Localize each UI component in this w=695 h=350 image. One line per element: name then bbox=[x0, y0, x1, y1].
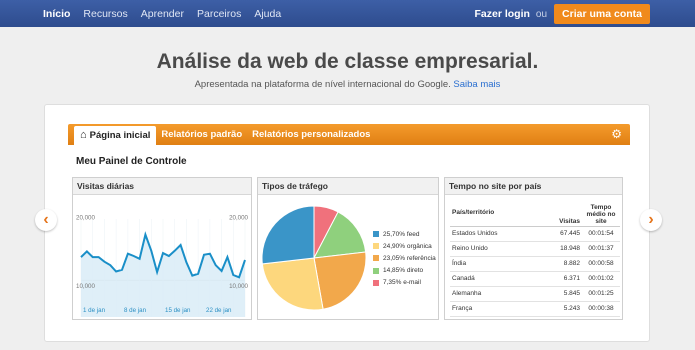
country-cell: Canadá bbox=[450, 271, 538, 287]
legend-label: 7,35% e-mail bbox=[383, 279, 421, 287]
y-tick-label: 20,000 bbox=[76, 215, 95, 222]
or-text: ou bbox=[535, 8, 548, 20]
visits-cell: 5.243 bbox=[537, 301, 582, 317]
country-cell: França bbox=[450, 301, 538, 317]
country-cell: Reino Unido bbox=[450, 241, 538, 257]
traffic-types-title: Tipos de tráfego bbox=[258, 178, 438, 195]
daily-visits-chart: 20,000 20,000 10,000 10,000 1 de jan 8 de jan… bbox=[76, 215, 249, 317]
country-cell: Índia bbox=[450, 256, 538, 272]
visits-cell: 8.882 bbox=[537, 256, 582, 272]
daily-visits-widget: Visitas diárias 20,000 20,000 10,000 10,000… bbox=[72, 177, 252, 320]
create-account-button[interactable]: Criar uma conta bbox=[554, 4, 650, 24]
hero-subtitle: Apresentada na plataforma de nível inter… bbox=[0, 79, 695, 90]
legend-item: 24,90% orgânica bbox=[373, 240, 436, 252]
tab-home-label: Página inicial bbox=[89, 130, 151, 141]
legend-swatch bbox=[373, 231, 379, 238]
table-row[interactable]: Canadá 6.371 00:01:02 bbox=[450, 271, 620, 287]
report-tabbar: ⌂ Página inicial Relatórios padrão Relató… bbox=[68, 124, 630, 145]
avg-time-cell: 00:01:37 bbox=[582, 241, 620, 257]
account-actions: Fazer login ou Criar uma conta bbox=[474, 4, 650, 24]
login-link[interactable]: Fazer login bbox=[474, 8, 529, 20]
visits-cell: 6.371 bbox=[537, 271, 582, 287]
avg-time-cell: 00:00:58 bbox=[582, 256, 620, 272]
visits-cell: 67.445 bbox=[537, 226, 582, 242]
time-on-site-title: Tempo no site por país bbox=[445, 178, 622, 195]
pie-slice-orgânica[interactable] bbox=[261, 257, 324, 311]
legend-item: 14,85% direto bbox=[373, 265, 436, 277]
nav-item-inicio[interactable]: Início bbox=[43, 8, 70, 20]
legend-item: 25,70% feed bbox=[373, 228, 436, 240]
x-tick-label: 22 de jan bbox=[206, 307, 232, 314]
top-nav: Início Recursos Aprender Parceiros Ajuda… bbox=[0, 0, 695, 27]
table-row[interactable]: França 5.243 00:00:38 bbox=[450, 301, 620, 317]
avg-time-cell: 00:00:38 bbox=[582, 301, 620, 317]
visits-cell: 18.948 bbox=[537, 241, 582, 257]
y-tick-label: 20,000 bbox=[229, 215, 248, 222]
next-arrow-icon[interactable]: › bbox=[640, 209, 662, 231]
daily-visits-title: Visitas diárias bbox=[73, 178, 251, 195]
avg-time-cell: 00:01:02 bbox=[582, 271, 620, 287]
table-row[interactable]: Alemanha 5.845 00:01:25 bbox=[450, 286, 620, 302]
table-row[interactable]: Estados Unidos 67.445 00:01:54 bbox=[450, 226, 620, 242]
y-tick-label: 10,000 bbox=[229, 283, 248, 290]
hero-subtitle-text: Apresentada na plataforma de nível inter… bbox=[194, 79, 451, 90]
country-cell: Estados Unidos bbox=[450, 226, 538, 242]
pie-slice-feed[interactable] bbox=[261, 205, 315, 265]
traffic-legend: 25,70% feed 24,90% orgânica 23,05% referên… bbox=[373, 228, 436, 289]
y-tick-label: 10,000 bbox=[76, 283, 95, 290]
legend-item: 7,35% e-mail bbox=[373, 277, 436, 289]
nav-item-aprender[interactable]: Aprender bbox=[141, 8, 184, 20]
nav-item-recursos[interactable]: Recursos bbox=[83, 8, 127, 20]
x-tick-label: 15 de jan bbox=[165, 307, 191, 314]
legend-swatch bbox=[373, 255, 379, 262]
col-visits[interactable]: Visitas bbox=[537, 200, 582, 227]
avg-time-cell: 00:01:25 bbox=[582, 286, 620, 302]
legend-label: 23,05% referência bbox=[383, 254, 436, 262]
legend-label: 24,90% orgânica bbox=[383, 242, 432, 250]
learn-more-link[interactable]: Saiba mais bbox=[453, 79, 500, 90]
traffic-pie-chart bbox=[261, 205, 367, 311]
tab-standard-reports[interactable]: Relatórios padrão bbox=[156, 124, 247, 145]
country-cell: Alemanha bbox=[450, 286, 538, 302]
avg-time-cell: 00:01:54 bbox=[582, 226, 620, 242]
legend-label: 14,85% direto bbox=[383, 267, 424, 275]
col-avg-time[interactable]: Tempo médio no site bbox=[582, 200, 620, 227]
nav-menu: Início Recursos Aprender Parceiros Ajuda bbox=[43, 8, 294, 20]
tab-home[interactable]: ⌂ Página inicial bbox=[74, 126, 157, 145]
time-on-site-widget: Tempo no site por país País/território V… bbox=[444, 177, 623, 320]
dashboard-title: Meu Painel de Controle bbox=[76, 156, 187, 167]
table-row[interactable]: Reino Unido 18.948 00:01:37 bbox=[450, 241, 620, 257]
gear-icon[interactable]: ⚙ bbox=[611, 127, 622, 141]
x-tick-label: 1 de jan bbox=[83, 307, 106, 314]
traffic-types-widget: Tipos de tráfego 25,70% feed 24,90% orgân… bbox=[257, 177, 439, 320]
col-country[interactable]: País/território bbox=[450, 200, 538, 227]
visits-cell: 5.845 bbox=[537, 286, 582, 302]
x-tick-label: 8 de jan bbox=[124, 307, 147, 314]
legend-swatch bbox=[373, 279, 379, 286]
country-table: País/território Visitas Tempo médio no s… bbox=[450, 200, 620, 317]
tab-custom-reports[interactable]: Relatórios personalizados bbox=[247, 124, 375, 145]
nav-item-parceiros[interactable]: Parceiros bbox=[197, 8, 241, 20]
legend-label: 25,70% feed bbox=[383, 230, 420, 238]
home-icon: ⌂ bbox=[80, 129, 87, 141]
hero-title: Análise da web de classe empresarial. bbox=[156, 50, 539, 73]
legend-swatch bbox=[373, 267, 379, 274]
nav-item-ajuda[interactable]: Ajuda bbox=[254, 8, 281, 20]
prev-arrow-icon[interactable]: ‹ bbox=[35, 209, 57, 231]
legend-swatch bbox=[373, 243, 379, 250]
legend-item: 23,05% referência bbox=[373, 252, 436, 264]
table-row[interactable]: Índia 8.882 00:00:58 bbox=[450, 256, 620, 272]
